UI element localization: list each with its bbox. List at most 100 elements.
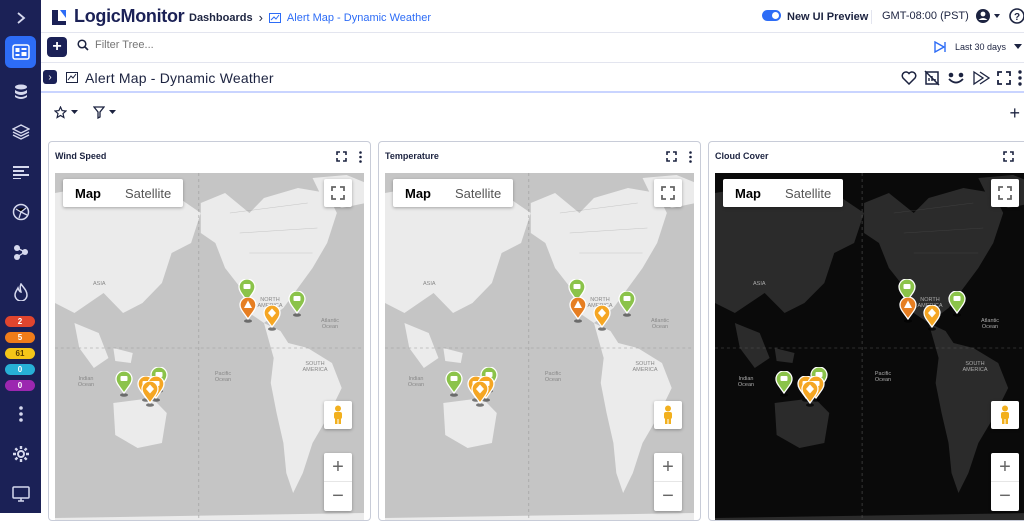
world-map <box>715 173 1024 520</box>
logs-nav-icon[interactable] <box>0 156 41 188</box>
alert-marker[interactable] <box>115 370 133 402</box>
fullscreen-icon[interactable] <box>997 71 1011 85</box>
top-bar: LogicMonitor Dashboards › Alert Map - Dy… <box>41 0 1024 33</box>
caret-down-icon <box>71 110 78 114</box>
resource-tree-bar: + Last 30 days <box>41 33 1024 63</box>
label-atlantic-ocean: Atlantic Ocean <box>980 318 1000 330</box>
monitor-nav-icon[interactable] <box>0 478 41 510</box>
time-range-selector[interactable]: Last 30 days <box>934 41 1023 53</box>
expand-widget-icon[interactable] <box>666 151 677 162</box>
widget-menu-icon[interactable] <box>689 151 692 163</box>
zoom-out-button[interactable]: − <box>324 482 352 511</box>
label-asia: ASIA <box>93 281 106 287</box>
other-count-badge[interactable]: 0 <box>5 380 35 391</box>
dashboard-toolbar: + <box>41 95 1024 135</box>
search-icon <box>77 39 89 51</box>
services-nav-icon[interactable] <box>0 236 41 268</box>
expand-widget-icon[interactable] <box>1003 151 1014 162</box>
satellite-view-button[interactable]: Satellite <box>443 179 513 207</box>
user-menu[interactable] <box>975 8 1001 29</box>
more-nav-icon[interactable] <box>0 398 41 430</box>
label-south-america: SOUTH AMERICA <box>302 361 328 373</box>
label-south-america: SOUTH AMERICA <box>962 361 988 373</box>
street-view-pegman[interactable] <box>991 401 1019 429</box>
alerts-nav-icon[interactable] <box>0 276 41 308</box>
alert-marker[interactable] <box>569 296 587 328</box>
topology-nav-icon[interactable] <box>0 196 41 228</box>
map-widget: Temperature ASIA NORTH SOUTH AMERICA Atl… <box>378 141 701 521</box>
more-options-icon[interactable] <box>1018 70 1022 86</box>
settings-gear-icon[interactable] <box>0 438 41 470</box>
zoom-out-button[interactable]: − <box>654 482 682 511</box>
resources-nav-icon[interactable] <box>0 76 41 108</box>
dashboard-chart-icon <box>268 12 281 23</box>
alert-marker[interactable] <box>948 290 966 322</box>
alert-marker[interactable] <box>618 290 636 322</box>
widget-menu-icon[interactable] <box>359 151 362 163</box>
alert-marker[interactable] <box>899 296 917 328</box>
alert-marker[interactable] <box>263 304 281 336</box>
alert-marker[interactable] <box>471 380 489 412</box>
zoom-out-button[interactable]: − <box>991 482 1019 511</box>
zoom-in-button[interactable]: + <box>324 453 352 482</box>
satellite-view-button[interactable]: Satellite <box>773 179 843 207</box>
label-asia: ASIA <box>753 281 766 287</box>
run-forward-icon[interactable] <box>972 70 990 86</box>
new-ui-toggle[interactable] <box>762 10 781 21</box>
zoom-in-button[interactable]: + <box>991 453 1019 482</box>
fullscreen-icon <box>661 186 675 200</box>
logicmonitor-logo[interactable]: LogicMonitor <box>49 6 185 27</box>
alert-marker[interactable] <box>775 370 793 402</box>
alert-marker[interactable] <box>288 290 306 322</box>
label-asia: ASIA <box>423 281 436 287</box>
play-forward-icon <box>934 41 946 53</box>
critical-count-badge[interactable]: 2 <box>5 316 35 327</box>
alert-marker[interactable] <box>239 296 257 328</box>
alert-marker[interactable] <box>923 304 941 336</box>
report-disabled-icon[interactable] <box>924 70 940 86</box>
help-icon[interactable]: ? <box>1009 8 1024 29</box>
timezone-label[interactable]: GMT-08:00 (PST) <box>871 10 969 24</box>
info-count-badge[interactable]: 0 <box>5 364 35 375</box>
street-view-pegman[interactable] <box>654 401 682 429</box>
toggle-tree-icon[interactable]: › <box>43 70 57 84</box>
filter-tree-input[interactable] <box>95 39 275 51</box>
map-canvas[interactable]: ASIA NORTH AMERICA SOUTH AMERICA Atlanti… <box>55 173 364 520</box>
map-view-button[interactable]: Map <box>723 179 773 207</box>
add-widget-icon[interactable]: + <box>1009 103 1020 124</box>
map-canvas[interactable]: ASIA NORTH AMERICA SOUTH AMERICA Atlanti… <box>715 173 1024 520</box>
warning-count-badge[interactable]: 61 <box>5 348 35 359</box>
alert-marker[interactable] <box>445 370 463 402</box>
label-indian-ocean: Indian Ocean <box>77 376 95 388</box>
map-fullscreen-button[interactable] <box>324 179 352 207</box>
favorites-menu[interactable] <box>54 106 78 119</box>
alert-marker[interactable] <box>141 380 159 412</box>
favorite-heart-icon[interactable] <box>901 71 917 85</box>
share-users-icon[interactable] <box>947 71 965 85</box>
map-widget: Wind Speed ASIA NORTH SOUTH AMERICA Atla… <box>48 141 371 521</box>
filter-tree <box>77 39 275 51</box>
map-fullscreen-button[interactable] <box>991 179 1019 207</box>
label-pacific-ocean: Pacific Ocean <box>874 371 892 383</box>
alert-marker[interactable] <box>593 304 611 336</box>
breadcrumb-dashboards[interactable]: Dashboards <box>189 12 253 24</box>
add-button[interactable]: + <box>47 37 67 57</box>
sidebar: 2 5 61 0 0 <box>0 0 41 513</box>
world-map <box>55 173 364 520</box>
map-canvas[interactable]: ASIA NORTH AMERICA SOUTH AMERICA Atlanti… <box>385 173 694 520</box>
street-view-pegman[interactable] <box>324 401 352 429</box>
zoom-in-button[interactable]: + <box>654 453 682 482</box>
layers-nav-icon[interactable] <box>0 116 41 148</box>
filter-menu[interactable] <box>93 106 116 119</box>
dashboard-chart-icon <box>66 72 78 83</box>
satellite-view-button[interactable]: Satellite <box>113 179 183 207</box>
expand-widget-icon[interactable] <box>336 151 347 162</box>
dashboards-nav-icon[interactable] <box>5 36 36 68</box>
error-count-badge[interactable]: 5 <box>5 332 35 343</box>
map-view-button[interactable]: Map <box>63 179 113 207</box>
breadcrumb-current[interactable]: Alert Map - Dynamic Weather <box>287 12 431 24</box>
alert-marker[interactable] <box>801 380 819 412</box>
map-view-button[interactable]: Map <box>393 179 443 207</box>
map-fullscreen-button[interactable] <box>654 179 682 207</box>
expand-nav-icon[interactable] <box>0 2 41 34</box>
